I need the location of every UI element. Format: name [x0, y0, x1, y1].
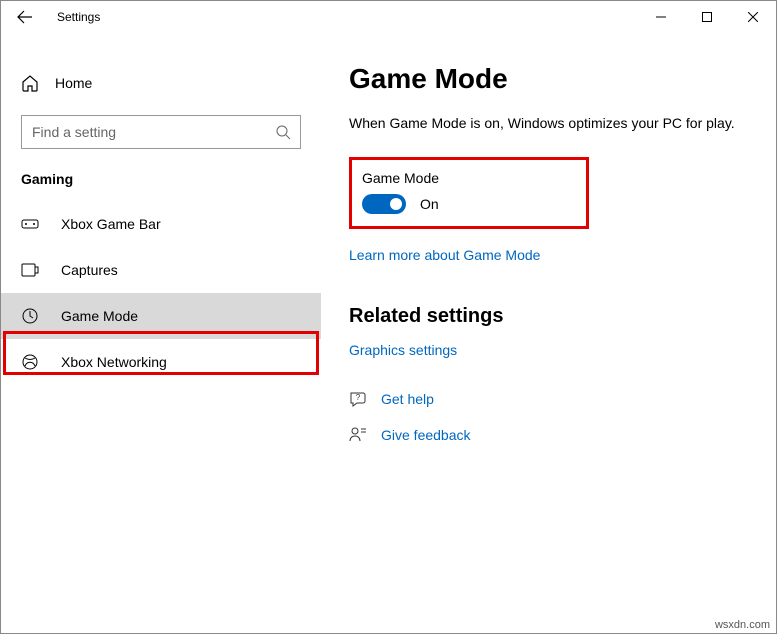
related-settings-heading: Related settings: [349, 305, 740, 328]
sidebar-item-label: Captures: [61, 262, 118, 278]
sidebar-item-xbox-networking[interactable]: Xbox Networking: [1, 339, 321, 385]
titlebar: Settings: [1, 1, 776, 33]
intro-text: When Game Mode is on, Windows optimizes …: [349, 115, 740, 131]
get-help-row[interactable]: ? Get help: [349, 390, 740, 408]
sidebar-item-label: Game Mode: [61, 308, 138, 324]
search-box[interactable]: [21, 115, 301, 149]
xbox-icon: [21, 353, 39, 371]
sidebar: Home Gaming Xbox Game Bar Captures Game …: [1, 33, 321, 635]
window-title: Settings: [57, 10, 100, 24]
game-mode-icon: [21, 307, 39, 325]
toggle-state: On: [420, 196, 439, 212]
game-mode-toggle[interactable]: [362, 194, 406, 214]
back-button[interactable]: [1, 1, 49, 33]
highlight-box-toggle: Game Mode On: [349, 157, 589, 229]
content-pane: Game Mode When Game Mode is on, Windows …: [321, 33, 776, 635]
home-link[interactable]: Home: [1, 63, 321, 103]
toggle-label: Game Mode: [362, 170, 576, 186]
svg-text:?: ?: [356, 393, 361, 402]
graphics-settings-link[interactable]: Graphics settings: [349, 342, 457, 358]
search-icon: [275, 124, 291, 140]
sidebar-item-label: Xbox Game Bar: [61, 216, 161, 232]
home-icon: [21, 74, 39, 92]
window-controls: [638, 1, 776, 33]
give-feedback-link[interactable]: Give feedback: [381, 427, 471, 443]
learn-more-link[interactable]: Learn more about Game Mode: [349, 247, 540, 263]
sidebar-item-xbox-game-bar[interactable]: Xbox Game Bar: [1, 201, 321, 247]
page-title: Game Mode: [349, 63, 740, 95]
close-icon: [748, 12, 758, 22]
sidebar-item-captures[interactable]: Captures: [1, 247, 321, 293]
arrow-left-icon: [17, 9, 33, 25]
maximize-icon: [702, 12, 712, 22]
close-button[interactable]: [730, 1, 776, 33]
give-feedback-row[interactable]: Give feedback: [349, 426, 740, 444]
category-heading: Gaming: [1, 171, 321, 201]
sidebar-item-game-mode[interactable]: Game Mode: [1, 293, 321, 339]
help-icon: ?: [349, 390, 367, 408]
minimize-icon: [656, 12, 666, 22]
search-input[interactable]: [21, 115, 301, 149]
maximize-button[interactable]: [684, 1, 730, 33]
sidebar-item-label: Xbox Networking: [61, 354, 167, 370]
watermark: wsxdn.com: [715, 619, 770, 631]
game-bar-icon: [21, 215, 39, 233]
feedback-icon: [349, 426, 367, 444]
toggle-knob: [390, 198, 402, 210]
get-help-link[interactable]: Get help: [381, 391, 434, 407]
captures-icon: [21, 261, 39, 279]
minimize-button[interactable]: [638, 1, 684, 33]
home-label: Home: [55, 75, 92, 91]
